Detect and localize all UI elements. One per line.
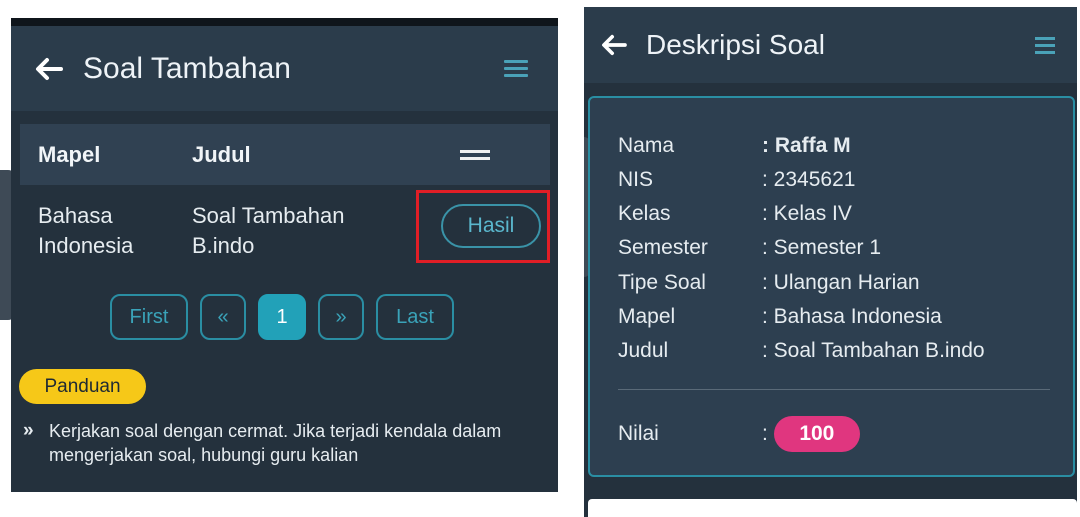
page-title: Deskripsi Soal xyxy=(646,29,825,60)
column-header-judul: Judul xyxy=(192,141,251,167)
panduan-badge: Panduan xyxy=(19,369,146,404)
table-row: Bahasa Indonesia Soal Tambahan B.indo Ha… xyxy=(20,185,550,285)
pagination-last[interactable]: Last xyxy=(376,294,454,340)
next-card-edge xyxy=(588,499,1077,517)
arrow-left-icon xyxy=(602,34,627,56)
page-title: Soal Tambahan xyxy=(83,51,291,85)
cell-mapel: Bahasa Indonesia xyxy=(38,203,134,258)
field-kelas: Kelas : Kelas IV xyxy=(618,202,852,225)
field-nis: NIS : 2345621 xyxy=(618,168,856,191)
divider xyxy=(618,389,1050,390)
score-badge: 100 xyxy=(773,416,860,452)
field-nilai: Nilai : 100 xyxy=(618,416,860,452)
field-semester: Semester : Semester 1 xyxy=(618,236,882,259)
column-header-mapel: Mapel xyxy=(38,141,101,167)
description-card: Nama : Raffa M NIS : 2345621 Kelas : Kel… xyxy=(588,96,1075,477)
pagination-prev[interactable]: « xyxy=(200,294,246,340)
hamburger-menu-icon[interactable] xyxy=(1035,33,1055,58)
field-tipe-soal: Tipe Soal : Ulangan Harian xyxy=(618,271,920,294)
pagination-next[interactable]: » xyxy=(318,294,364,340)
guide-note: » Kerjakan soal dengan cermat. Jika terj… xyxy=(23,419,523,467)
back-button[interactable] xyxy=(29,49,69,89)
pagination-page-1[interactable]: 1 xyxy=(258,294,306,340)
hamburger-menu-icon[interactable] xyxy=(504,56,528,81)
field-nama: Nama : Raffa M xyxy=(618,134,851,157)
double-chevron-right-icon: » xyxy=(23,420,34,441)
highlight-box: Hasil xyxy=(416,190,550,263)
hasil-button[interactable]: Hasil xyxy=(441,204,541,248)
left-screen: Soal Tambahan Mapel Judul Bahasa Indones… xyxy=(11,18,558,492)
right-screen: Deskripsi Soal Nama : Raffa M NIS : 2345… xyxy=(584,7,1077,517)
table-header: Mapel Judul xyxy=(20,124,550,185)
pagination-first[interactable]: First xyxy=(110,294,188,340)
column-toggle-icon[interactable] xyxy=(460,146,490,164)
back-button[interactable] xyxy=(594,25,634,65)
app-bar: Soal Tambahan xyxy=(11,26,558,111)
arrow-left-icon xyxy=(36,57,63,80)
app-bar: Deskripsi Soal xyxy=(584,7,1077,83)
guide-note-text: Kerjakan soal dengan cermat. Jika terjad… xyxy=(49,421,502,465)
field-mapel: Mapel : Bahasa Indonesia xyxy=(618,305,942,328)
cell-judul: Soal Tambahan B.indo xyxy=(192,203,345,258)
top-strip xyxy=(11,18,558,26)
field-judul: Judul : Soal Tambahan B.indo xyxy=(618,339,985,362)
